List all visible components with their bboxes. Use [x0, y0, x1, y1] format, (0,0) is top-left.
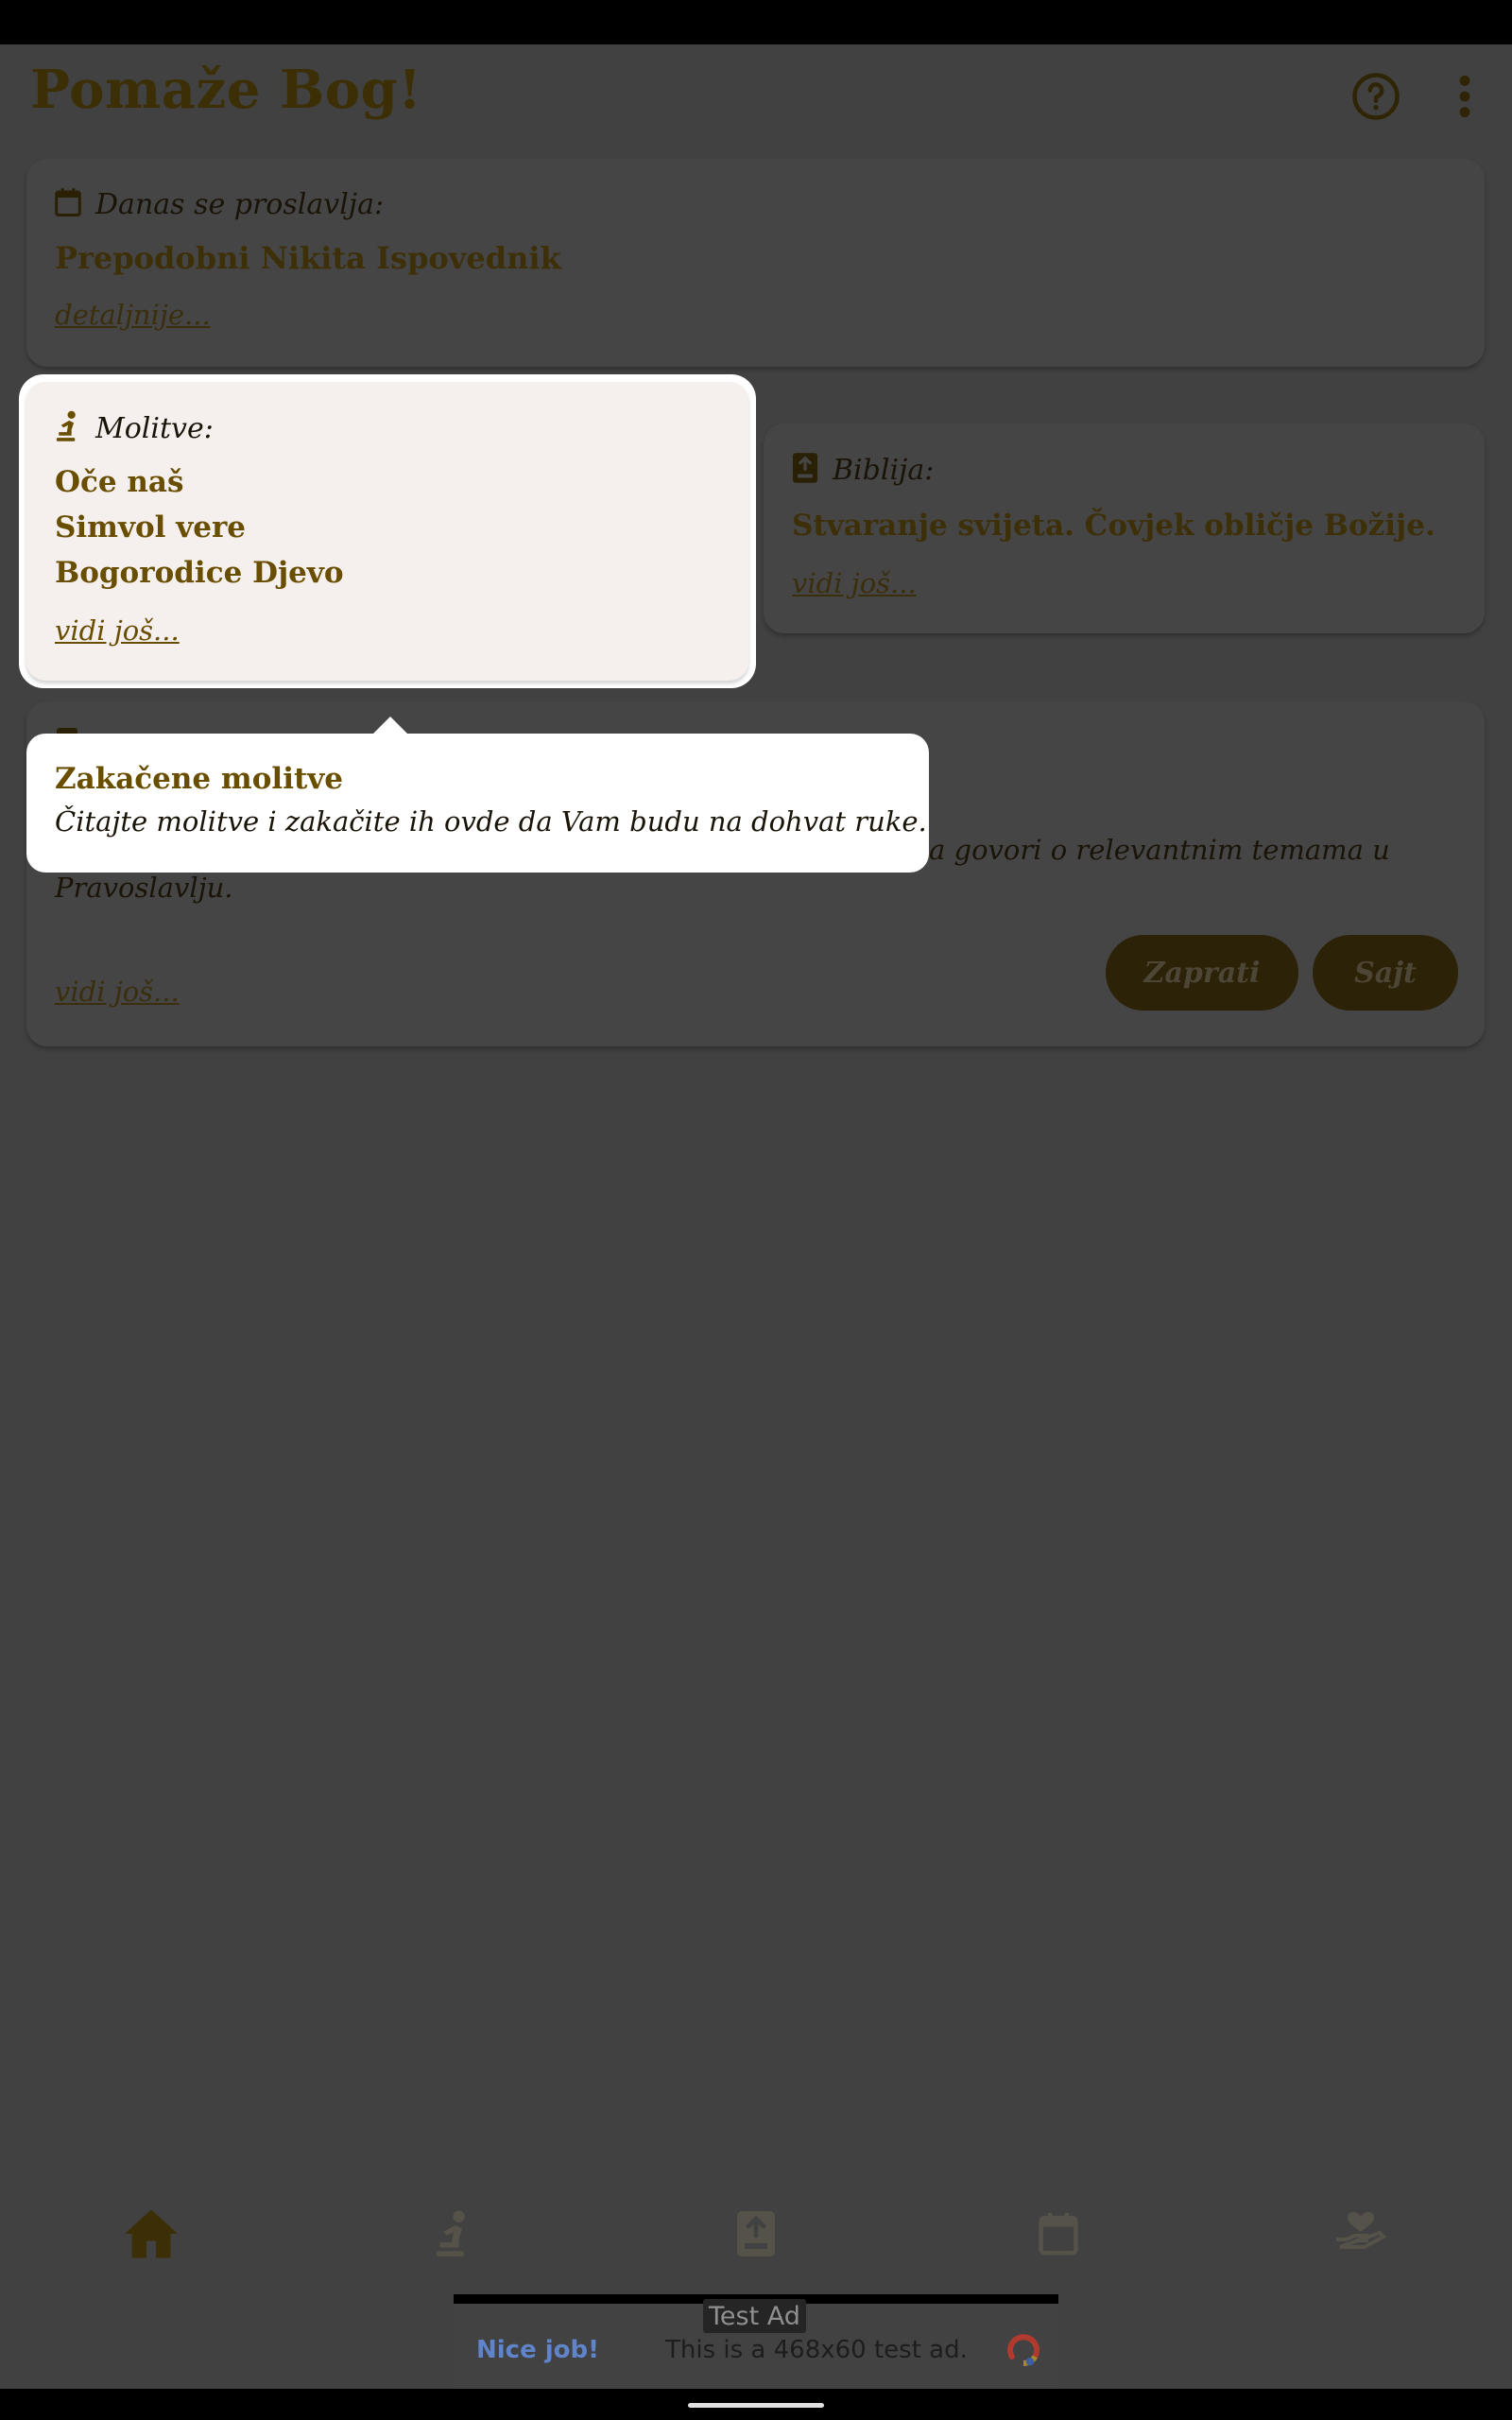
tooltip-title: Zakačene molitve — [55, 762, 344, 796]
status-bar — [0, 0, 1512, 44]
bible-icon — [791, 452, 819, 488]
prayers-card[interactable]: Molitve: Oče naš Simvol vere Bogorodice … — [26, 382, 748, 681]
nav-charity[interactable] — [1323, 2203, 1399, 2269]
follow-button[interactable]: Zaprati — [1106, 935, 1298, 1011]
bible-card-label: Biblija: — [833, 453, 935, 487]
home-icon — [122, 2207, 180, 2264]
calendar-icon — [54, 187, 82, 221]
app-title: Pomaže Bog! — [30, 59, 422, 121]
bible-more-link[interactable]: vidi još... — [792, 567, 917, 599]
bible-icon — [735, 2209, 777, 2262]
ad-text: This is a 468x60 test ad. — [665, 2336, 968, 2364]
pray-icon — [54, 410, 82, 446]
more-vert-icon[interactable] — [1436, 68, 1493, 125]
bible-card[interactable]: Biblija: Stvaranje svijeta. Čovjek oblič… — [764, 424, 1485, 633]
pray-icon — [433, 2209, 474, 2262]
nav-home[interactable] — [113, 2203, 189, 2269]
prayer-item[interactable]: Oče naš — [55, 465, 183, 499]
prayer-item[interactable]: Simvol vere — [55, 510, 246, 544]
saint-name[interactable]: Prepodobni Nikita Ispovednik — [55, 240, 561, 276]
help-circle-icon[interactable] — [1348, 68, 1404, 125]
feast-card-label: Danas se proslavlja: — [95, 187, 385, 221]
bible-reading-text[interactable]: Stvaranje svijeta. Čovjek obličje Božije… — [792, 509, 1435, 543]
feast-card[interactable]: Danas se proslavlja: Prepodobni Nikita I… — [26, 159, 1485, 367]
prayer-item[interactable]: Bogorodice Djevo — [55, 556, 344, 590]
nav-prayers[interactable] — [416, 2203, 491, 2269]
channel-more-link[interactable]: vidi još... — [55, 976, 180, 1008]
ad-nice-job: Nice job! — [476, 2336, 600, 2364]
ad-choices-icon[interactable] — [1004, 2330, 1043, 2374]
prayers-card-label: Molitve: — [95, 411, 214, 445]
calendar-icon — [1037, 2211, 1080, 2260]
prayers-more-link[interactable]: vidi još... — [55, 614, 180, 647]
test-ad-label: Test Ad — [703, 2299, 806, 2333]
tooltip-arrow — [371, 717, 409, 735]
channel-description-line2: Pravoslavlju. — [55, 872, 233, 904]
charity-hand-heart-icon — [1334, 2210, 1387, 2261]
tooltip-text: Čitajte molitve i zakačite ih ovde da Va… — [55, 805, 927, 838]
onboarding-tooltip[interactable]: Zakačene molitve Čitajte molitve i zakač… — [26, 734, 929, 873]
feast-details-link[interactable]: detaljnije... — [55, 299, 211, 331]
home-indicator[interactable] — [688, 2403, 824, 2408]
nav-calendar[interactable] — [1021, 2203, 1096, 2269]
channel-description-line1: a govori o relevantnim temama u — [929, 834, 1390, 866]
nav-bible[interactable] — [718, 2203, 794, 2269]
website-button[interactable]: Sajt — [1313, 935, 1458, 1011]
